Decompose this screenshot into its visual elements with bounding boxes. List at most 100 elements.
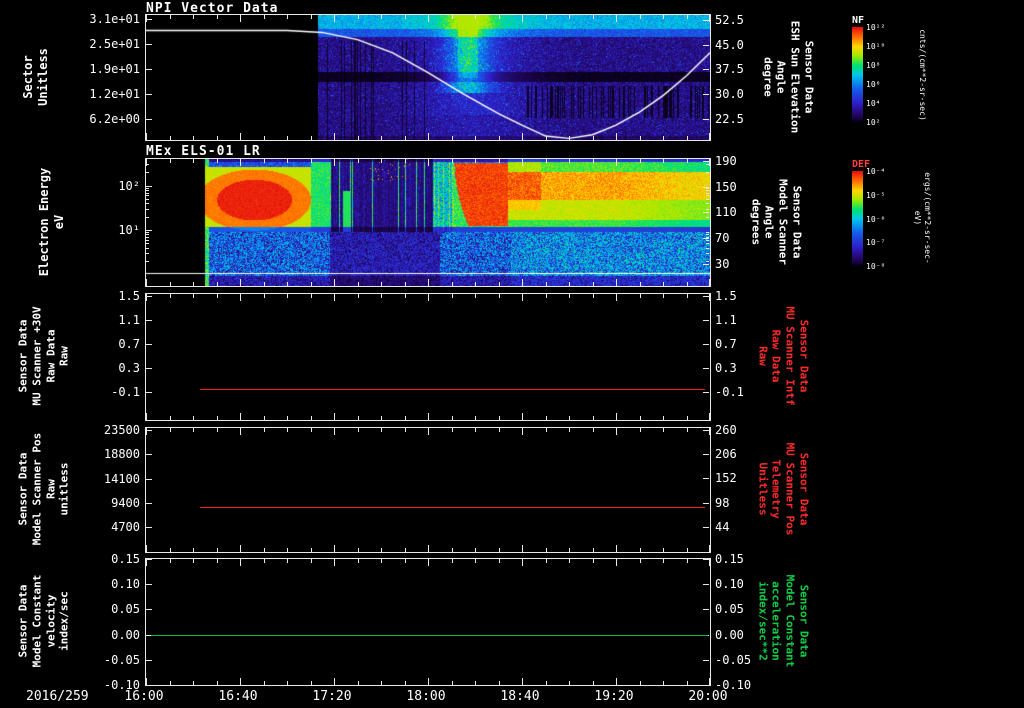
x-tick <box>451 428 453 432</box>
multi-panel-orbit-plot: NPI Vector Data MEx ELS-01 LR Sector Uni… <box>0 0 1024 708</box>
x-tick <box>146 413 147 420</box>
y-minor-tick <box>706 187 709 189</box>
x-tick <box>592 548 594 552</box>
y-tick-label: 1.1 <box>715 312 737 327</box>
x-tick <box>287 548 288 552</box>
x-tick <box>263 15 265 19</box>
y-tick-label: 22.5 <box>715 111 744 126</box>
x-tick <box>545 548 547 552</box>
x-tick <box>310 159 312 163</box>
x-tick <box>381 282 382 286</box>
x-tick <box>475 294 476 298</box>
y-tick <box>146 609 152 611</box>
y-tick-label: 30.0 <box>715 86 744 101</box>
x-tick <box>310 282 312 286</box>
y-tick <box>146 430 152 432</box>
x-tick <box>169 282 171 286</box>
x-tick-label: 17:20 <box>312 689 352 704</box>
x-tick <box>569 282 570 286</box>
x-tick <box>639 282 641 286</box>
x-tick <box>240 159 241 166</box>
y-tick <box>146 18 152 20</box>
mu-scanner-30v-panel <box>145 293 711 421</box>
y-minor-tick <box>706 253 709 255</box>
x-tick <box>310 559 312 563</box>
x-tick <box>616 428 617 435</box>
x-tick <box>310 416 312 420</box>
data-line <box>200 506 706 508</box>
x-tick <box>193 136 194 140</box>
x-tick <box>522 159 523 166</box>
y-minor-tick <box>146 208 149 210</box>
colorbar-tick-label: 10⁻⁶ <box>866 214 886 224</box>
x-tick <box>146 279 147 286</box>
x-tick <box>146 678 147 685</box>
y-tick <box>703 160 709 162</box>
x-tick <box>287 159 288 163</box>
x-tick-label: 16:40 <box>218 689 258 704</box>
x-tick <box>639 559 641 563</box>
x-tick <box>639 681 641 685</box>
x-tick <box>193 15 194 19</box>
y-tick-label: 0.05 <box>111 602 140 617</box>
y-minor-tick <box>146 192 149 194</box>
x-tick <box>475 282 476 286</box>
y-tick-label: 9400 <box>111 496 140 511</box>
y-minor-tick <box>706 208 709 210</box>
y-tick-label: 0.3 <box>715 360 737 375</box>
y-tick <box>146 43 152 45</box>
x-tick <box>663 15 664 19</box>
x-tick <box>663 159 664 163</box>
y-tick <box>146 685 152 686</box>
y-tick <box>703 69 709 71</box>
y-tick-label: 206 <box>715 447 737 462</box>
x-tick <box>686 548 688 552</box>
x-tick <box>240 678 241 685</box>
x-tick <box>334 678 335 685</box>
x-tick <box>381 15 382 19</box>
x-tick <box>639 548 641 552</box>
y-minor-tick <box>706 192 709 194</box>
x-tick <box>169 681 171 685</box>
y-minor-tick <box>706 189 709 191</box>
date-label: 2016/259 <box>26 689 89 704</box>
y-minor-tick <box>706 232 709 234</box>
x-tick <box>287 559 288 563</box>
x-tick <box>216 282 218 286</box>
x-tick <box>522 133 523 140</box>
x-tick <box>686 282 688 286</box>
colorbar-tick-label: 10² <box>866 118 881 127</box>
x-tick <box>616 294 617 301</box>
y-minor-tick <box>706 239 709 241</box>
x-tick <box>686 681 688 685</box>
x-tick <box>522 428 523 435</box>
x-tick <box>146 428 147 435</box>
y-tick-label: 260 <box>715 422 737 437</box>
y-minor-tick <box>706 203 709 205</box>
y-minor-tick <box>146 164 149 166</box>
y-tick <box>146 68 152 70</box>
x-tick <box>428 413 429 420</box>
x-tick <box>193 416 194 420</box>
y-tick-label: 1.5 <box>715 288 737 303</box>
x-tick <box>475 681 476 685</box>
x-tick <box>216 15 218 19</box>
x-tick <box>357 159 359 163</box>
y-tick-label: -0.1 <box>111 384 140 399</box>
y-tick <box>703 526 709 528</box>
y-tick-label: 0.3 <box>118 360 140 375</box>
y-tick <box>703 93 709 95</box>
x-tick <box>428 294 429 301</box>
y-minor-tick <box>706 195 709 197</box>
x-tick <box>545 15 547 19</box>
x-tick <box>193 559 194 563</box>
x-tick <box>522 15 523 22</box>
x-tick <box>592 416 594 420</box>
x-tick <box>310 548 312 552</box>
x-tick <box>498 428 500 432</box>
y-minor-tick <box>146 239 149 241</box>
y-tick <box>146 559 152 560</box>
x-tick <box>522 559 523 566</box>
x-tick <box>616 133 617 140</box>
x-tick-label: 18:00 <box>406 689 446 704</box>
